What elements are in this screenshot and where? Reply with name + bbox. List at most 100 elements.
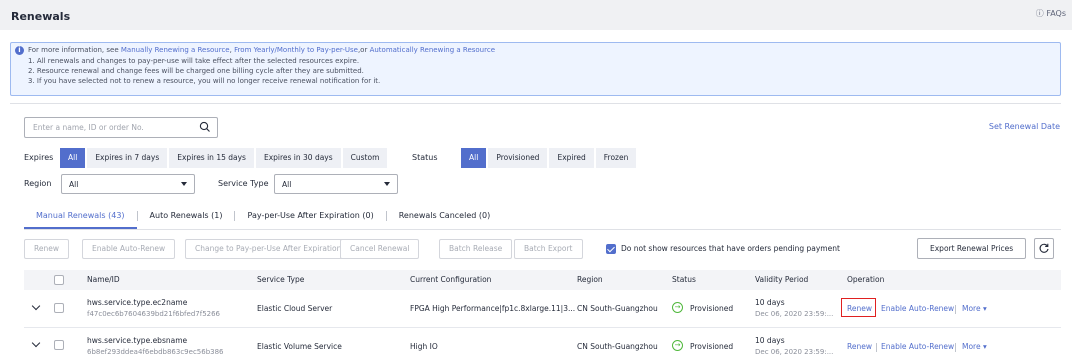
validity-cell: 10 days xyxy=(755,336,785,345)
row-checkbox[interactable] xyxy=(54,303,64,313)
expires-option-30-days[interactable]: Expires in 30 days xyxy=(255,148,341,168)
header-bar xyxy=(0,0,1072,30)
row-checkbox[interactable] xyxy=(54,340,64,350)
op-divider xyxy=(876,343,877,352)
status-cell: Provisioned xyxy=(690,342,734,351)
info-sep: ,or xyxy=(357,46,370,54)
select-all-checkbox[interactable] xyxy=(54,275,64,285)
status-filter: All Provisioned Expired Frozen xyxy=(461,148,638,168)
table-header xyxy=(24,270,1061,290)
link-auto-renewing[interactable]: Automatically Renewing a Resource xyxy=(370,46,495,54)
more-dropdown[interactable]: More ▾ xyxy=(962,304,987,313)
info-line-1: 1. All renewals and changes to pay-per-u… xyxy=(28,57,360,65)
op-divider xyxy=(955,305,956,314)
tab-ppu-after-expiration[interactable]: Pay-per-Use After Expiration (0) xyxy=(235,209,385,229)
check-icon xyxy=(607,244,615,253)
cancel-renewal-button[interactable]: Cancel Renewal xyxy=(340,239,420,259)
validity-cell: 10 days xyxy=(755,298,785,307)
resource-id: f47c0ec6b7604639bd21f6bfed7f5266 xyxy=(87,310,221,318)
configuration-cell: FPGA High Performance|fp1c.8xlarge.11|3.… xyxy=(410,304,576,313)
service-type-cell: Elastic Cloud Server xyxy=(257,304,333,313)
service-type-select[interactable]: All xyxy=(274,174,398,194)
link-yearly-to-ppu[interactable]: From Yearly/Monthly to Pay-per-Use xyxy=(234,46,358,54)
validity-date: Dec 06, 2020 23:59:... xyxy=(755,310,834,318)
column-header-name: Name/ID xyxy=(87,275,120,284)
column-header-validity: Validity Period xyxy=(755,275,809,284)
region-label: Region xyxy=(24,179,52,188)
resource-id: 6b8ef293ddea4f6ebdb863c9ec56b386 xyxy=(87,348,224,356)
expires-option-7-days[interactable]: Expires in 7 days xyxy=(87,148,168,168)
status-option-expired[interactable]: Expired xyxy=(549,148,594,168)
search-icon[interactable] xyxy=(199,121,211,133)
page-title: Renewals xyxy=(11,10,71,23)
column-header-operation: Operation xyxy=(847,275,885,284)
expires-filter: All Expires in 7 days Expires in 15 days… xyxy=(60,148,389,168)
faqs-label: FAQs xyxy=(1046,9,1066,18)
tab-auto-renewals[interactable]: Auto Renewals (1) xyxy=(138,209,235,229)
caret-down-icon: ▾ xyxy=(982,342,987,351)
resource-name: hws.service.type.ebsname xyxy=(87,336,188,345)
column-header-service-type: Service Type xyxy=(257,275,305,284)
configuration-cell: High IO xyxy=(410,342,438,351)
renew-link[interactable]: Renew xyxy=(847,342,872,351)
tab-manual-renewals[interactable]: Manual Renewals (43) xyxy=(24,209,137,229)
op-divider xyxy=(955,343,956,352)
more-label: More xyxy=(962,342,981,351)
info-prefix: For more information, see xyxy=(28,46,121,54)
service-type-cell: Elastic Volume Service xyxy=(257,342,342,351)
info-links-line: For more information, see Manually Renew… xyxy=(28,46,495,54)
hide-pending-checkbox[interactable] xyxy=(606,244,616,254)
enable-auto-renew-link[interactable]: Enable Auto-Renew xyxy=(881,342,954,351)
help-circle-icon: ⓘ xyxy=(1035,9,1044,18)
enable-auto-renew-button[interactable]: Enable Auto-Renew xyxy=(82,239,176,259)
status-cell: Provisioned xyxy=(690,304,734,313)
renew-button[interactable]: Renew xyxy=(24,239,69,259)
faqs-link[interactable]: ⓘ FAQs xyxy=(1036,8,1066,19)
change-to-ppu-button[interactable]: Change to Pay-per-Use After Expiration xyxy=(185,239,352,259)
region-cell: CN South-Guangzhou xyxy=(577,304,658,313)
service-type-select-value: All xyxy=(282,180,292,189)
more-dropdown[interactable]: More ▾ xyxy=(962,342,987,351)
info-icon: i xyxy=(15,46,24,55)
expires-option-custom[interactable]: Custom xyxy=(342,148,388,168)
status-option-frozen[interactable]: Frozen xyxy=(595,148,637,168)
column-header-region: Region xyxy=(577,275,603,284)
region-cell: CN South-Guangzhou xyxy=(577,342,658,351)
tab-renewals-canceled[interactable]: Renewals Canceled (0) xyxy=(387,209,502,229)
region-select-value: All xyxy=(69,180,79,189)
status-option-all[interactable]: All xyxy=(461,148,487,168)
search-placeholder: Enter a name, ID or order No. xyxy=(33,123,144,132)
link-manual-renewing[interactable]: Manually Renewing a Resource xyxy=(121,46,230,54)
export-renewal-prices-button[interactable]: Export Renewal Prices xyxy=(917,238,1027,259)
renewal-tabs: Manual Renewals (43) Auto Renewals (1) P… xyxy=(24,209,502,229)
hide-pending-label: Do not show resources that have orders p… xyxy=(621,244,840,253)
caret-down-icon xyxy=(181,182,187,186)
status-label: Status xyxy=(412,153,438,162)
status-ok-icon: → xyxy=(672,302,683,313)
set-renewal-date-link[interactable]: Set Renewal Date xyxy=(989,122,1060,131)
refresh-icon xyxy=(1039,243,1049,253)
more-label: More xyxy=(962,304,981,313)
region-select[interactable]: All xyxy=(61,174,195,194)
resource-name: hws.service.type.ec2name xyxy=(87,298,188,307)
tabs-divider xyxy=(24,229,1061,230)
info-line-3: 3. If you have selected not to renew a r… xyxy=(28,77,381,85)
batch-export-button[interactable]: Batch Export xyxy=(514,239,583,259)
enable-auto-renew-link[interactable]: Enable Auto-Renew xyxy=(881,304,954,313)
info-line-2: 2. Resource renewal and change fees will… xyxy=(28,67,364,75)
refresh-button[interactable] xyxy=(1034,238,1054,259)
search-input[interactable]: Enter a name, ID or order No. xyxy=(24,117,218,138)
status-option-provisioned[interactable]: Provisioned xyxy=(488,148,548,168)
column-header-configuration: Current Configuration xyxy=(410,275,492,284)
expires-option-all[interactable]: All xyxy=(60,148,86,168)
batch-release-button[interactable]: Batch Release xyxy=(439,239,513,259)
expires-label: Expires xyxy=(24,153,54,162)
service-type-label: Service Type xyxy=(218,179,269,188)
caret-down-icon xyxy=(384,182,390,186)
expires-option-15-days[interactable]: Expires in 15 days xyxy=(169,148,254,168)
validity-date: Dec 06, 2020 23:59:... xyxy=(755,348,834,356)
column-header-status: Status xyxy=(672,275,696,284)
caret-down-icon: ▾ xyxy=(982,304,987,313)
status-ok-icon: → xyxy=(672,340,683,351)
renew-link[interactable]: Renew xyxy=(847,304,872,313)
